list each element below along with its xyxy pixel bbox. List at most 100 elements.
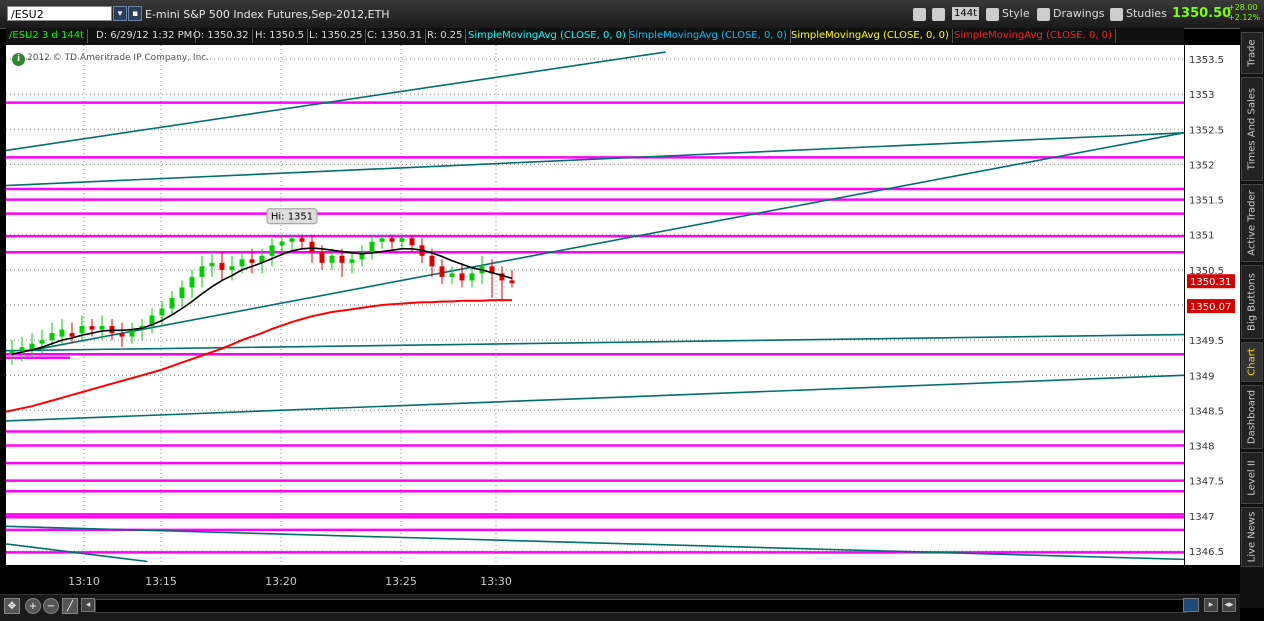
top-toolbar: /ESU2 ▾ ▪ E-mini S&P 500 Index Futures,S… — [0, 0, 1264, 29]
candle-body — [19, 347, 25, 351]
date-label: D: 6/29/12 1:32 PM — [93, 29, 197, 43]
right-sidebar: Trade Times And Sales Active Trader Big But… — [1240, 28, 1264, 608]
study-label-2[interactable]: SimpleMovingAvg (CLOSE, 0, 0) — [626, 29, 791, 43]
high-annotation-label: Hi: 1351 — [271, 212, 313, 223]
price-axis[interactable]: 1353.513531352.513521351.513511350.51350… — [1185, 45, 1240, 565]
sidebar-tab-label: Trade — [1246, 39, 1258, 67]
time-tick-label: 13:25 — [385, 575, 417, 588]
study-label-3[interactable]: SimpleMovingAvg (CLOSE, 0, 0) — [788, 29, 953, 43]
studies-icon — [1110, 7, 1123, 21]
candle-body — [209, 262, 215, 267]
candle-body — [339, 255, 345, 263]
candle-body — [369, 241, 375, 253]
price-tick-label: 1351 — [1189, 231, 1214, 242]
candle-body — [189, 276, 195, 288]
open-label: O: 1350.32 — [190, 29, 253, 43]
low-label: L: 1350.25 — [306, 29, 367, 43]
candle-body — [269, 245, 275, 256]
instrument-title: E-mini S&P 500 Index Futures,Sep-2012,ET… — [145, 8, 390, 21]
horizontal-scrollbar[interactable] — [95, 599, 1187, 613]
price-marker-label: 1350.07 — [1190, 302, 1231, 313]
sidebar-tab-chart[interactable]: Chart — [1241, 342, 1263, 382]
price-tick-label: 1352.5 — [1189, 125, 1224, 136]
studies-button[interactable]: Studies — [1110, 5, 1167, 22]
info-icon[interactable]: i — [12, 53, 25, 66]
price-tick-label: 1347 — [1189, 512, 1214, 523]
trend-line — [6, 51, 666, 152]
candle-body — [439, 266, 445, 277]
trend-line — [29, 132, 1184, 352]
candle-body — [239, 259, 245, 267]
drawing-line-icon[interactable]: ╱ — [62, 598, 78, 614]
time-tick-label: 13:20 — [265, 575, 297, 588]
pan-icon[interactable]: ✥ — [4, 598, 20, 614]
sidebar-tab-times-and-sales[interactable]: Times And Sales — [1241, 77, 1263, 181]
candle-body — [59, 329, 65, 337]
price-tick-label: 1353.5 — [1189, 55, 1224, 66]
candle-body — [279, 241, 285, 246]
time-tick-label: 13:10 — [68, 575, 100, 588]
candle-body — [179, 287, 185, 298]
zoom-icon[interactable] — [913, 5, 929, 22]
pencil-icon — [1037, 7, 1050, 21]
period-label[interactable]: /ESU2 3 d 144t — [6, 29, 88, 43]
symbol-input[interactable]: /ESU2 — [7, 6, 112, 21]
sidebar-tab-label: Dashboard — [1246, 389, 1258, 445]
price-tick-label: 1349 — [1189, 371, 1214, 382]
scroll-left-button[interactable]: ◂ — [81, 598, 95, 612]
candle-body — [349, 259, 355, 263]
sma-slow-line-start — [6, 409, 13, 413]
candle-body — [399, 238, 405, 242]
sidebar-tab-trade[interactable]: Trade — [1241, 32, 1263, 74]
tick-aggregation-button[interactable]: 144t — [952, 7, 980, 20]
candle-body — [389, 238, 395, 242]
symbol-link-button[interactable]: ▪ — [128, 6, 142, 21]
wrench-icon[interactable] — [932, 5, 948, 22]
sidebar-tab-big-buttons[interactable]: Big Buttons — [1241, 265, 1263, 339]
price-tick-label: 1353 — [1189, 90, 1214, 101]
candle-body — [459, 273, 465, 281]
candle-body — [289, 238, 295, 242]
candle-body — [89, 326, 95, 330]
candle-body — [119, 333, 125, 337]
high-label: H: 1350.5 — [252, 29, 309, 43]
study-label-4[interactable]: SimpleMovingAvg (CLOSE, 0, 0) — [951, 29, 1116, 43]
chart-plot-area[interactable]: Hi: 1351 — [6, 45, 1184, 565]
close-label: C: 1350.31 — [364, 29, 426, 43]
candle-body — [129, 329, 135, 337]
zoom-in-icon[interactable]: + — [25, 598, 41, 614]
candle-body — [159, 308, 165, 316]
candle-body — [409, 238, 415, 246]
candle-body — [449, 273, 455, 277]
drawings-button[interactable]: Drawings — [1037, 5, 1104, 22]
symbol-dropdown-button[interactable]: ▾ — [113, 6, 127, 21]
candle-body — [169, 297, 175, 309]
sidebar-tab-level-ii[interactable]: Level II — [1241, 452, 1263, 504]
price-chart[interactable]: Hi: 1351 — [6, 45, 1184, 565]
price-tick-label: 1348 — [1189, 442, 1214, 453]
price-change-absolute: +28.00 — [1228, 3, 1258, 12]
sidebar-tab-label: Times And Sales — [1246, 87, 1258, 171]
chart-info-bar: /ESU2 3 d 144t D: 6/29/12 1:32 PM O: 135… — [6, 28, 1184, 46]
high-annotation: Hi: 1351 — [266, 208, 318, 225]
sidebar-tab-dashboard[interactable]: Dashboard — [1241, 385, 1263, 449]
candle-body — [309, 241, 315, 253]
zoom-out-icon[interactable]: − — [43, 598, 59, 614]
time-axis[interactable]: 13:10 13:15 13:20 13:25 13:30 — [6, 566, 1184, 594]
sidebar-tab-label: Active Trader — [1246, 190, 1258, 256]
trend-line — [6, 525, 1184, 561]
range-label: R: 0.25 — [424, 29, 467, 43]
price-tick-label: 1347.5 — [1189, 477, 1224, 488]
study-label-1[interactable]: SimpleMovingAvg (CLOSE, 0, 0) — [465, 29, 630, 43]
style-button[interactable]: Style — [986, 5, 1030, 22]
sidebar-tab-active-trader[interactable]: Active Trader — [1241, 184, 1263, 262]
scroll-right-button[interactable]: ▸ — [1204, 598, 1218, 612]
candle-body — [509, 280, 515, 284]
sidebar-tab-label: Level II — [1246, 460, 1258, 496]
candle-body — [469, 273, 475, 281]
scroll-thumb-button[interactable] — [1183, 598, 1199, 612]
sidebar-tab-label: Big Buttons — [1246, 273, 1258, 331]
fit-end-button[interactable]: ◂▸ — [1222, 598, 1236, 612]
sidebar-tab-live-news[interactable]: Live News — [1241, 507, 1263, 567]
price-change-percent: +2.12% — [1228, 13, 1261, 22]
